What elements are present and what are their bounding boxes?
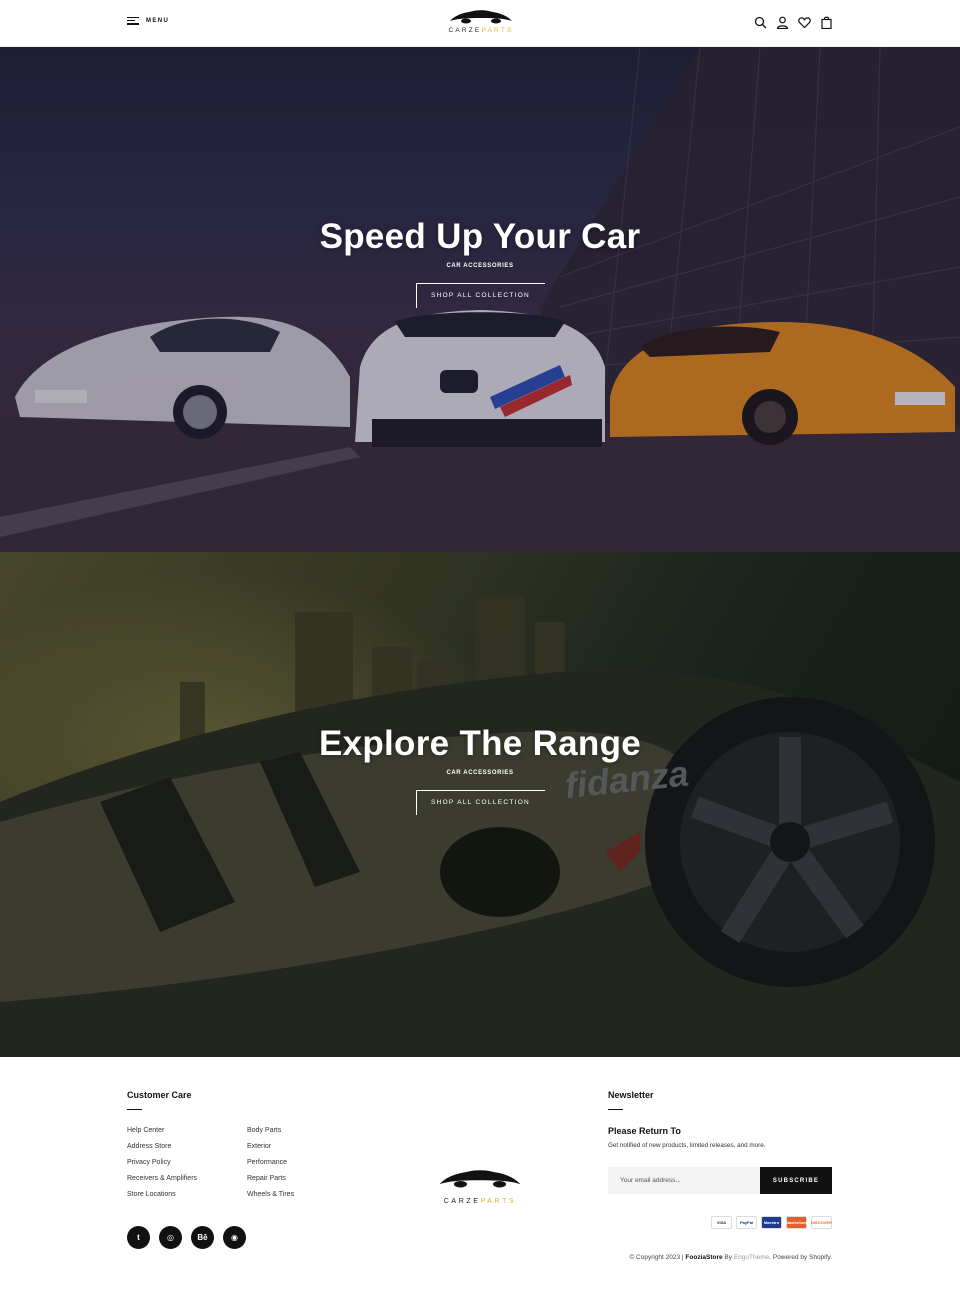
footer-link[interactable]: Receivers & Amplifiers: [127, 1174, 197, 1190]
footer-link[interactable]: Help Center: [127, 1126, 197, 1142]
hero-banner-speed: Speed Up Your Car CAR ACCESSORIES SHOP A…: [0, 47, 960, 552]
hero-banner-explore: fidanza Explore The Range CAR ACCESSORIE…: [0, 552, 960, 1057]
site-footer: Customer Care Help Center Address Store …: [0, 1057, 960, 1290]
discover-icon: DISCOVER: [811, 1216, 832, 1229]
customer-care-links-col2: Body Parts Exterior Performance Repair P…: [247, 1126, 294, 1206]
footer-link[interactable]: Performance: [247, 1158, 294, 1174]
logo-text-primary: CARZE: [443, 1198, 481, 1205]
footer-link[interactable]: Address Store: [127, 1142, 197, 1158]
visa-icon: VISA: [711, 1216, 732, 1229]
site-header: MENU CARZEPARTS: [0, 0, 960, 47]
car-logo-icon: [450, 10, 512, 24]
footer-link[interactable]: Privacy Policy: [127, 1158, 197, 1174]
dribbble-icon[interactable]: ◎: [159, 1226, 182, 1249]
heading-underline: [608, 1109, 623, 1110]
newsletter-form: SUBSCRIBE: [608, 1167, 832, 1194]
copyright-prefix: © Copyright 2023 |: [629, 1254, 686, 1261]
banner-subtitle: CAR ACCESSORIES: [446, 770, 514, 776]
heading-underline: [127, 1109, 142, 1110]
logo-text-primary: CARZE: [448, 27, 482, 34]
banner-subtitle: CAR ACCESSORIES: [446, 263, 514, 269]
mastercard-icon: MasterCard: [786, 1216, 808, 1229]
logo-text-accent: PARTS: [481, 27, 514, 34]
footer-link[interactable]: Body Parts: [247, 1126, 294, 1142]
theme-link[interactable]: EngoTheme: [734, 1254, 769, 1261]
twitter-icon[interactable]: t: [127, 1226, 150, 1249]
banner-title: Speed Up Your Car: [319, 217, 641, 256]
newsletter-description: Get notified of new products, limited re…: [608, 1142, 766, 1149]
menu-label: MENU: [146, 17, 170, 24]
copyright-by: By: [722, 1254, 734, 1261]
newsletter-heading: Newsletter: [608, 1090, 654, 1100]
bag-icon[interactable]: [820, 16, 833, 30]
banner-title: Explore The Range: [318, 724, 642, 763]
customer-care-links-col1: Help Center Address Store Privacy Policy…: [127, 1126, 197, 1206]
store-name[interactable]: FooziaStore: [685, 1254, 722, 1261]
behance-icon[interactable]: Bē: [191, 1226, 214, 1249]
header-actions: [754, 16, 833, 30]
customer-care-heading: Customer Care: [127, 1090, 192, 1100]
logo-text-accent: PARTS: [480, 1198, 517, 1205]
footer-link[interactable]: Store Locations: [127, 1190, 197, 1206]
social-links: t ◎ Bē ◉: [127, 1226, 246, 1249]
menu-button[interactable]: MENU: [127, 17, 169, 25]
footer-link[interactable]: Wheels & Tires: [247, 1190, 294, 1206]
email-input[interactable]: [608, 1167, 760, 1194]
car-logo-icon: [439, 1170, 521, 1188]
site-logo[interactable]: CARZEPARTS: [446, 8, 516, 40]
search-icon[interactable]: [754, 16, 767, 29]
heart-icon[interactable]: [798, 16, 811, 29]
payment-methods: VISA PayPal Maestro MasterCard DISCOVER: [711, 1216, 832, 1229]
paypal-icon: PayPal: [736, 1216, 757, 1229]
newsletter-title: Please Return To: [608, 1126, 681, 1136]
subscribe-button[interactable]: SUBSCRIBE: [760, 1167, 832, 1194]
shop-all-collection-button[interactable]: SHOP ALL COLLECTION: [415, 790, 545, 815]
footer-logo[interactable]: CARZEPARTS: [435, 1167, 525, 1205]
instagram-icon[interactable]: ◉: [223, 1226, 246, 1249]
user-icon[interactable]: [776, 16, 789, 30]
footer-link[interactable]: Repair Parts: [247, 1174, 294, 1190]
hamburger-icon: [127, 17, 139, 25]
shop-all-collection-button[interactable]: SHOP ALL COLLECTION: [415, 283, 545, 308]
footer-link[interactable]: Exterior: [247, 1142, 294, 1158]
maestro-icon: Maestro: [761, 1216, 782, 1229]
copyright: © Copyright 2023 | FooziaStore By EngoTh…: [629, 1254, 832, 1261]
copyright-suffix: . Powered by Shopify.: [769, 1254, 832, 1261]
